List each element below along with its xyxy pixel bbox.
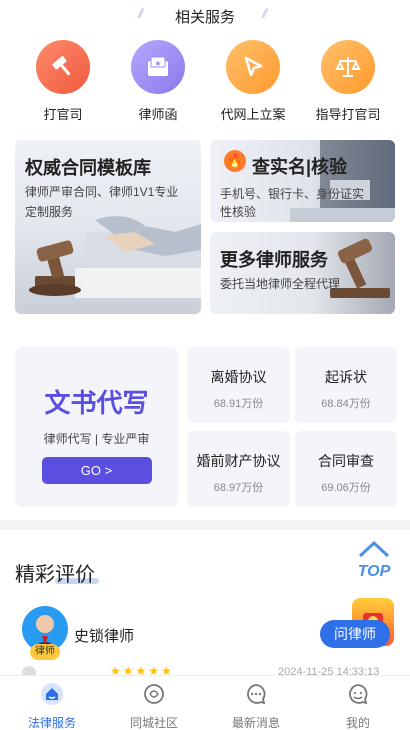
ask-lawyer-button[interactable]: 问律师 (320, 620, 390, 648)
profile-icon (349, 684, 368, 705)
section-divider (0, 520, 410, 530)
home-icon (41, 683, 63, 705)
lawyer-name: 史锁律师 (74, 628, 135, 645)
document-tile-name: 婚前财产协议 (196, 453, 281, 469)
contract-banner-subtitle-line1: 律师严审合同、律师1V1专业 (25, 185, 179, 199)
flame-icon: 🔥 (224, 150, 246, 172)
scales-icon (321, 40, 375, 94)
service-label: 代网上立案 (220, 107, 286, 122)
lawyer-service-banner-subtitle: 委托当地律师全程代理 (220, 277, 341, 291)
verify-banner-subtitle-line1: 手机号、银行卡、身份证实 (220, 187, 365, 201)
svg-text:★: ★ (154, 59, 161, 68)
tab-legal-service[interactable]: 法律服务 (12, 682, 92, 730)
cursor-icon (226, 40, 280, 94)
document-writing-subtitle: 律师代写 | 专业严审 (43, 432, 150, 446)
document-tile-count: 69.06万份 (321, 482, 371, 494)
community-icon (144, 684, 164, 704)
go-button[interactable]: GO > (41, 457, 152, 484)
tab-local-community[interactable]: 同城社区 (114, 682, 194, 730)
chevron-up-icon (358, 540, 390, 558)
section-title: 相关服务 (174, 9, 235, 26)
top-label: TOP (357, 563, 391, 580)
service-guide-lawsuit[interactable]: 指导打官司 (308, 40, 388, 123)
mail-star-icon: ★ (131, 40, 185, 94)
back-to-top-button[interactable]: TOP (352, 540, 396, 581)
service-lawsuit[interactable]: 打官司 (23, 40, 103, 123)
decor-slash-icon: // (262, 6, 267, 21)
document-tile-prenup[interactable]: 婚前财产协议 68.97万份 (187, 431, 290, 507)
lawyer-badge: 律师 (30, 644, 60, 660)
service-lawyer-letter[interactable]: ★ 律师函 (118, 40, 198, 123)
service-label: 律师函 (138, 107, 178, 122)
document-tile-name: 起诉状 (325, 369, 367, 385)
tab-label: 法律服务 (27, 716, 76, 730)
document-tile-divorce[interactable]: 离婚协议 68.91万份 (187, 347, 290, 423)
tab-latest-messages[interactable]: 最新消息 (216, 682, 296, 730)
tab-label: 同城社区 (129, 716, 178, 730)
tab-label: 我的 (345, 716, 370, 730)
verify-banner-title: 查实名|核验 (252, 157, 348, 177)
document-writing-title: 文书代写 (44, 388, 149, 418)
message-icon (247, 684, 266, 705)
document-tile-count: 68.91万份 (213, 398, 264, 410)
document-tile-contract-review[interactable]: 合同审查 69.06万份 (295, 431, 397, 507)
lawyer-service-banner-title: 更多律师服务 (220, 250, 328, 270)
document-tile-count: 68.97万份 (213, 482, 264, 494)
gavel-illustration (330, 238, 390, 298)
tab-profile[interactable]: 我的 (318, 682, 398, 730)
document-tile-complaint[interactable]: 起诉状 68.84万份 (295, 347, 397, 423)
gavel-icon (36, 40, 90, 94)
contract-banner-subtitle-line2: 定制服务 (25, 205, 74, 219)
contract-banner-title: 权威合同模板库 (25, 158, 151, 178)
service-label: 指导打官司 (315, 107, 381, 122)
bottom-tab-bar: 法律服务 同城社区 最新消息 我的 (0, 675, 410, 730)
verify-banner-subtitle-line2: 性核验 (220, 205, 257, 219)
document-tile-count: 68.84万份 (321, 398, 371, 410)
lawyer-service-banner[interactable]: 更多律师服务 委托当地律师全程代理 (210, 232, 395, 314)
service-online-filing[interactable]: 代网上立案 (213, 40, 293, 123)
related-services-section: // 相关服务 // 打官司 ★ 律师函 代网上立案 指导打官司 (0, 0, 410, 126)
reviews-title-text: 精彩评价 (15, 564, 95, 586)
contract-template-banner[interactable]: 权威合同模板库 律师严审合同、律师1V1专业 定制服务 (15, 140, 201, 314)
document-writing-card[interactable]: 文书代写 律师代写 | 专业严审 GO > (15, 347, 178, 507)
document-tile-name: 离婚协议 (210, 369, 267, 385)
tab-label: 最新消息 (231, 716, 280, 730)
verify-banner[interactable]: 🔥 查实名|核验 手机号、银行卡、身份证实 性核验 (210, 140, 395, 222)
document-tile-name: 合同审查 (318, 453, 374, 469)
reviews-title: 精彩评价 (15, 558, 99, 587)
service-label: 打官司 (43, 107, 83, 122)
